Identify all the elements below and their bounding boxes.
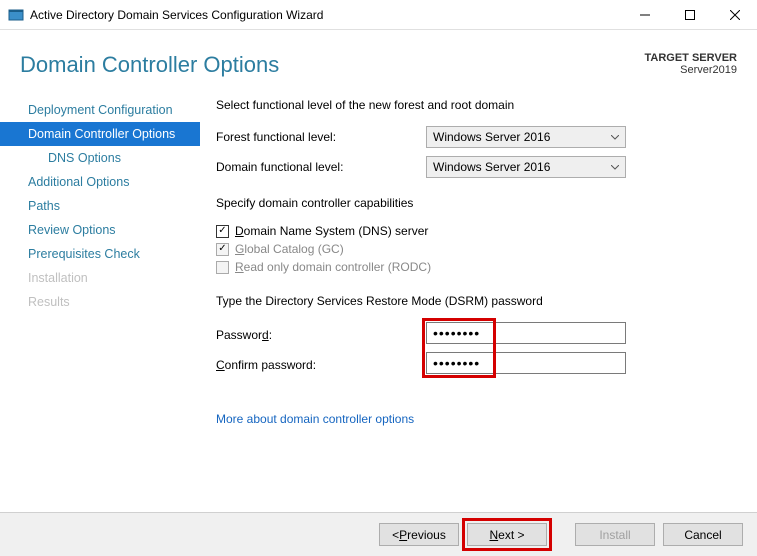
maximize-button[interactable]	[667, 1, 712, 29]
domain-level-label: Domain functional level:	[216, 160, 426, 174]
body: Deployment Configuration Domain Controll…	[0, 88, 757, 488]
main-panel: Select functional level of the new fores…	[200, 88, 757, 488]
install-button: Install	[575, 523, 655, 546]
forest-level-value: Windows Server 2016	[433, 130, 550, 144]
sidebar: Deployment Configuration Domain Controll…	[0, 88, 200, 488]
dsrm-heading: Type the Directory Services Restore Mode…	[216, 294, 737, 308]
minimize-button[interactable]	[622, 1, 667, 29]
sidebar-item-dc-options[interactable]: Domain Controller Options	[0, 122, 200, 146]
header: Domain Controller Options TARGET SERVER …	[0, 30, 757, 88]
forest-level-combo[interactable]: Windows Server 2016	[426, 126, 626, 148]
confirm-password-label: Confirm password:	[216, 358, 316, 372]
page-title: Domain Controller Options	[20, 52, 645, 78]
sidebar-item-paths[interactable]: Paths	[0, 194, 200, 218]
password-input[interactable]: ••••••••	[426, 322, 626, 344]
cancel-button[interactable]: Cancel	[663, 523, 743, 546]
sidebar-item-deployment[interactable]: Deployment Configuration	[0, 98, 200, 122]
chevron-down-icon	[611, 160, 619, 174]
app-icon	[8, 7, 24, 23]
gc-checkbox	[216, 243, 229, 256]
functional-level-heading: Select functional level of the new fores…	[216, 98, 737, 112]
target-server-value: Server2019	[645, 64, 738, 76]
close-button[interactable]	[712, 1, 757, 29]
rodc-checkbox	[216, 261, 229, 274]
dns-checkbox[interactable]	[216, 225, 229, 238]
footer: < Previous Next > Install Cancel	[0, 512, 757, 556]
previous-button[interactable]: < Previous	[379, 523, 459, 546]
capabilities-heading: Specify domain controller capabilities	[216, 196, 737, 210]
titlebar: Active Directory Domain Services Configu…	[0, 0, 757, 30]
dns-checkbox-label: Domain Name System (DNS) server	[235, 224, 428, 238]
domain-level-combo[interactable]: Windows Server 2016	[426, 156, 626, 178]
domain-level-value: Windows Server 2016	[433, 160, 550, 174]
sidebar-item-installation: Installation	[0, 266, 200, 290]
sidebar-item-additional[interactable]: Additional Options	[0, 170, 200, 194]
target-server-label: TARGET SERVER	[645, 52, 738, 64]
window-title: Active Directory Domain Services Configu…	[30, 8, 622, 22]
rodc-checkbox-label: Read only domain controller (RODC)	[235, 260, 431, 274]
sidebar-item-review[interactable]: Review Options	[0, 218, 200, 242]
sidebar-item-prereq[interactable]: Prerequisites Check	[0, 242, 200, 266]
target-server-box: TARGET SERVER Server2019	[645, 52, 738, 76]
next-button[interactable]: Next >	[467, 523, 547, 546]
password-label: Password:	[216, 328, 272, 342]
sidebar-item-results: Results	[0, 290, 200, 314]
more-info-link[interactable]: More about domain controller options	[216, 412, 414, 426]
sidebar-item-dns-options[interactable]: DNS Options	[0, 146, 200, 170]
gc-checkbox-label: Global Catalog (GC)	[235, 242, 344, 256]
forest-level-label: Forest functional level:	[216, 130, 426, 144]
confirm-password-input[interactable]: ••••••••	[426, 352, 626, 374]
chevron-down-icon	[611, 130, 619, 144]
